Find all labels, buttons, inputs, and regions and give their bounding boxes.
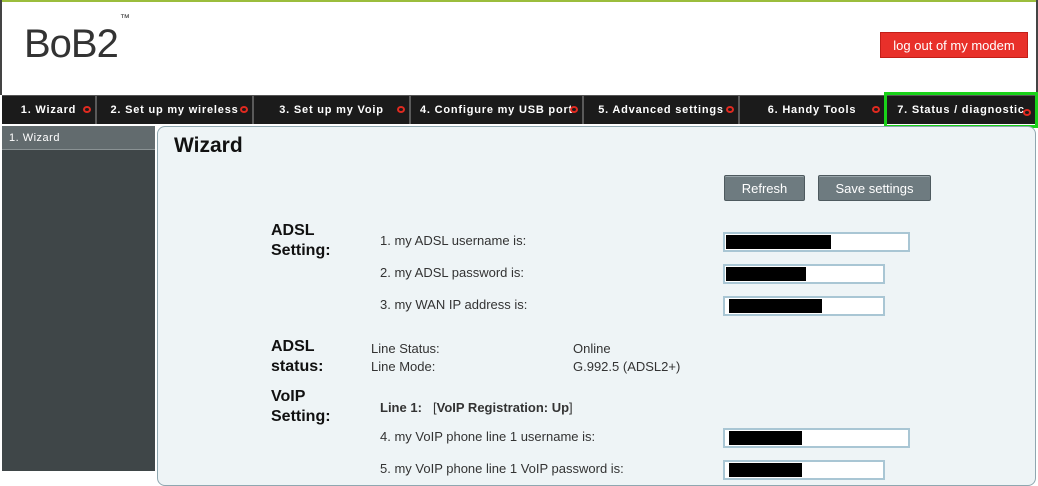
line-mode-value: G.992.5 (ADSL2+)	[573, 359, 681, 374]
voip-password-input[interactable]	[723, 460, 885, 480]
tab-indicator-icon	[570, 106, 578, 113]
adsl-status-heading: ADSL status:	[271, 337, 323, 377]
voip-password-label: 5. my VoIP phone line 1 VoIP password is…	[380, 461, 624, 476]
tab-label: 3. Set up my Voip	[279, 104, 384, 116]
refresh-button[interactable]: Refresh	[724, 175, 805, 201]
tab-indicator-icon	[397, 106, 405, 113]
wizard-panel: Wizard Refresh Save settings ADSL Settin…	[157, 126, 1036, 486]
page-title: Wizard	[174, 134, 243, 157]
heading-line: status:	[271, 358, 324, 375]
bob2-logo: BoB2™	[24, 13, 130, 67]
tab-advanced[interactable]: 5. Advanced settings	[584, 96, 738, 124]
heading-line: ADSL	[271, 338, 315, 355]
tab-status-diagnostic[interactable]: 7. Status / diagnostic	[884, 92, 1038, 128]
save-settings-button[interactable]: Save settings	[818, 175, 931, 201]
sidebar: 1. Wizard	[2, 126, 155, 471]
line-status-value: Online	[573, 341, 611, 356]
main-nav: 1. Wizard 2. Set up my wireless 3. Set u…	[2, 92, 1038, 128]
redacted-value	[726, 235, 831, 249]
voip-username-label: 4. my VoIP phone line 1 username is:	[380, 429, 596, 444]
logo-text: BoB2	[24, 22, 119, 66]
adsl-password-input[interactable]	[723, 264, 885, 284]
redacted-value	[729, 299, 822, 313]
tab-wireless[interactable]: 2. Set up my wireless	[97, 96, 252, 124]
tab-label: 7. Status / diagnostic	[897, 104, 1025, 116]
line-status-label: Line Status:	[371, 341, 440, 356]
tab-indicator-icon	[83, 106, 91, 113]
tab-indicator-icon	[872, 106, 880, 113]
sidebar-item-label: 1. Wizard	[9, 131, 60, 144]
tab-label: 4. Configure my USB port	[419, 104, 574, 116]
trademark-mark: ™	[119, 12, 130, 24]
wan-ip-input[interactable]	[723, 296, 885, 316]
tab-wizard[interactable]: 1. Wizard	[2, 96, 95, 124]
sidebar-item-wizard[interactable]: 1. Wizard	[2, 126, 155, 150]
heading-line: Setting:	[271, 242, 331, 259]
voip-registration-status: [VoIP Registration: Up]	[433, 400, 573, 415]
voip-username-input[interactable]	[723, 428, 910, 448]
bracket-close: ]	[569, 400, 573, 415]
tab-indicator-icon	[726, 106, 734, 113]
tab-label: 1. Wizard	[20, 104, 77, 116]
logout-button[interactable]: log out of my modem	[880, 32, 1028, 58]
adsl-username-input[interactable]	[723, 232, 910, 252]
left-border	[0, 0, 2, 95]
tab-indicator-icon	[1023, 109, 1031, 116]
voip-setting-heading: VoIP Setting:	[271, 387, 331, 427]
tab-handy-tools[interactable]: 6. Handy Tools	[740, 96, 884, 124]
redacted-value	[726, 267, 806, 281]
adsl-setting-heading: ADSL Setting:	[271, 221, 331, 261]
top-border	[0, 0, 1038, 2]
tab-usb[interactable]: 4. Configure my USB port	[411, 96, 582, 124]
tab-indicator-icon	[240, 106, 248, 113]
redacted-value	[729, 431, 802, 445]
heading-line: ADSL	[271, 222, 315, 239]
adsl-username-label: 1. my ADSL username is:	[380, 233, 527, 248]
adsl-password-label: 2. my ADSL password is:	[380, 265, 525, 280]
voip-line1-label: Line 1:	[380, 400, 422, 415]
heading-line: Setting:	[271, 408, 331, 425]
wan-ip-label: 3. my WAN IP address is:	[380, 297, 528, 312]
redacted-value	[729, 463, 802, 477]
tab-label: 2. Set up my wireless	[110, 104, 239, 116]
tab-voip[interactable]: 3. Set up my Voip	[254, 96, 409, 124]
registration-status-text: VoIP Registration: Up	[436, 400, 570, 415]
heading-line: VoIP	[271, 388, 306, 405]
tab-label: 6. Handy Tools	[767, 104, 857, 116]
line-mode-label: Line Mode:	[371, 359, 436, 374]
tab-label: 5. Advanced settings	[598, 104, 724, 116]
